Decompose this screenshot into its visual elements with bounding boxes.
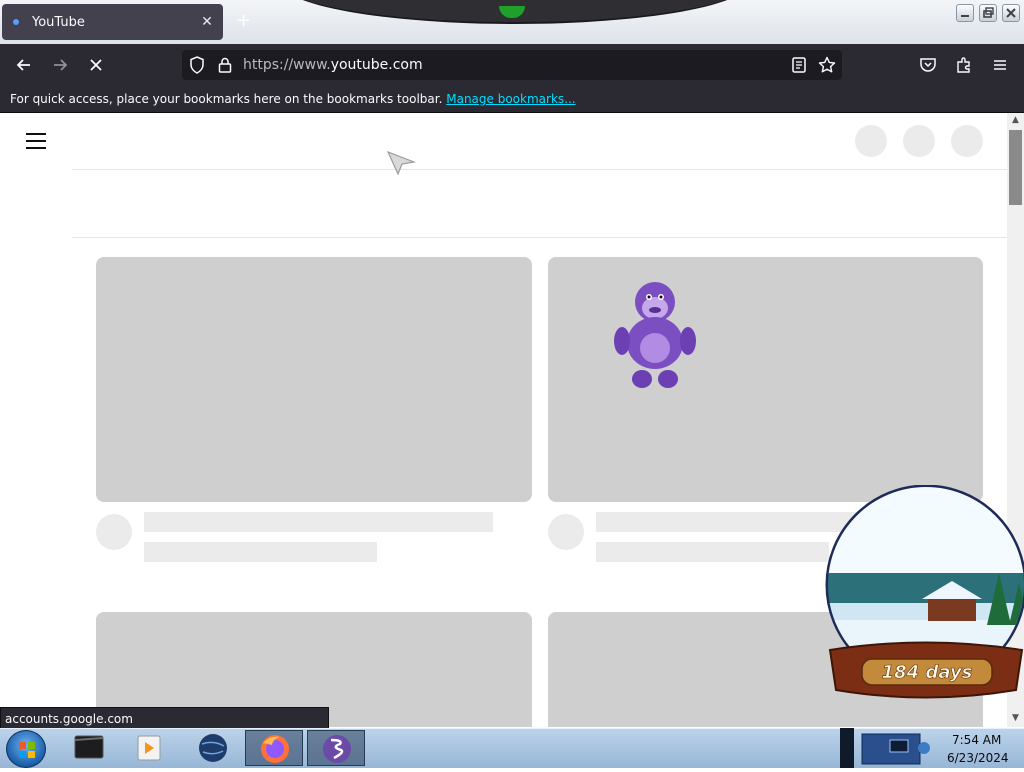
- reader-view-button[interactable]: [789, 55, 809, 75]
- bookmark-star-icon: [818, 56, 836, 73]
- forward-arrow-icon: [54, 59, 68, 71]
- tracking-protection-button[interactable]: [187, 55, 207, 75]
- extensions-button[interactable]: [954, 55, 974, 75]
- scroll-down-arrow-icon[interactable]: ▼: [1007, 713, 1024, 723]
- scrollbar-thumb[interactable]: [1009, 130, 1022, 205]
- start-button[interactable]: [6, 730, 46, 768]
- metadata-skeleton: [596, 542, 829, 562]
- back-arrow-icon: [16, 59, 30, 71]
- link-status-tooltip: accounts.google.com: [0, 707, 329, 729]
- mouse-cursor-icon: [386, 150, 416, 176]
- video-thumbnail-skeleton: [96, 257, 532, 502]
- header-skeleton-button: [855, 125, 887, 157]
- pocket-icon: [920, 58, 936, 72]
- extensions-icon: [957, 57, 970, 73]
- reader-view-icon: [792, 57, 806, 73]
- title-skeleton: [144, 512, 493, 532]
- channel-avatar-skeleton: [96, 514, 132, 550]
- header-divider: [72, 169, 1007, 170]
- terminal-taskbar-button[interactable]: [60, 730, 118, 766]
- snow-globe-gadget[interactable]: 184 days: [824, 484, 1024, 710]
- close-tab-icon[interactable]: ✕: [195, 14, 219, 30]
- menu-icon: [994, 60, 1006, 70]
- bookmark-page-button[interactable]: [817, 55, 837, 75]
- days-counter: 184 days: [882, 662, 973, 683]
- minimize-window-button[interactable]: [956, 4, 974, 22]
- bookmarks-toolbar: For quick access, place your bookmarks h…: [0, 86, 1024, 113]
- url-domain: youtube.com: [330, 57, 423, 73]
- shield-icon: [190, 56, 204, 74]
- media-player-taskbar-button[interactable]: [120, 730, 178, 766]
- scroll-up-arrow-icon[interactable]: ▲: [1007, 115, 1024, 125]
- new-tab-button[interactable]: +: [236, 12, 251, 30]
- guide-menu-icon[interactable]: [26, 133, 46, 149]
- tab-youtube[interactable]: YouTube ✕: [2, 4, 223, 40]
- close-window-button[interactable]: [1002, 4, 1020, 22]
- url-field[interactable]: https://www.youtube.com: [243, 57, 423, 73]
- chips-divider: [72, 237, 1007, 238]
- windows-flag-icon: [19, 742, 35, 758]
- manage-bookmarks-link[interactable]: Manage bookmarks...: [446, 92, 575, 106]
- clock-time[interactable]: 7:54 AM: [952, 733, 1001, 747]
- firefox-taskbar-button[interactable]: [245, 730, 303, 766]
- emacs-icon: [323, 735, 351, 763]
- stop-button[interactable]: [86, 55, 106, 75]
- clock-date[interactable]: 6/23/2024: [947, 751, 1009, 765]
- restore-window-button[interactable]: [979, 4, 997, 22]
- forward-button[interactable]: [50, 55, 70, 75]
- metadata-skeleton: [144, 542, 377, 562]
- globe-icon: [199, 734, 227, 762]
- snow-globe-icon: 184 days: [825, 484, 1024, 699]
- stop-loading-icon: [90, 59, 102, 71]
- back-button[interactable]: [14, 55, 34, 75]
- url-prefix: https://www.: [243, 57, 331, 73]
- pocket-button[interactable]: [918, 55, 938, 75]
- purple-gorilla-buddy[interactable]: [612, 275, 698, 391]
- header-skeleton-button: [951, 125, 983, 157]
- firefox-icon: [261, 735, 289, 763]
- terminal-icon: [74, 735, 104, 759]
- loading-favicon-icon: [13, 19, 19, 25]
- minimize-icon: [961, 15, 969, 17]
- restore-icon: [983, 7, 994, 18]
- app-menu-button[interactable]: [990, 55, 1010, 75]
- media-player-icon: [137, 735, 161, 761]
- close-icon: [1006, 8, 1016, 18]
- lock-icon: [218, 57, 232, 73]
- emacs-taskbar-button[interactable]: [307, 730, 365, 766]
- globe-taskbar-button[interactable]: [184, 730, 242, 766]
- channel-avatar-skeleton: [548, 514, 584, 550]
- tab-title: YouTube: [32, 14, 85, 30]
- site-info-button[interactable]: [215, 55, 235, 75]
- header-skeleton-button: [903, 125, 935, 157]
- bookmarks-hint-text: For quick access, place your bookmarks h…: [10, 92, 443, 106]
